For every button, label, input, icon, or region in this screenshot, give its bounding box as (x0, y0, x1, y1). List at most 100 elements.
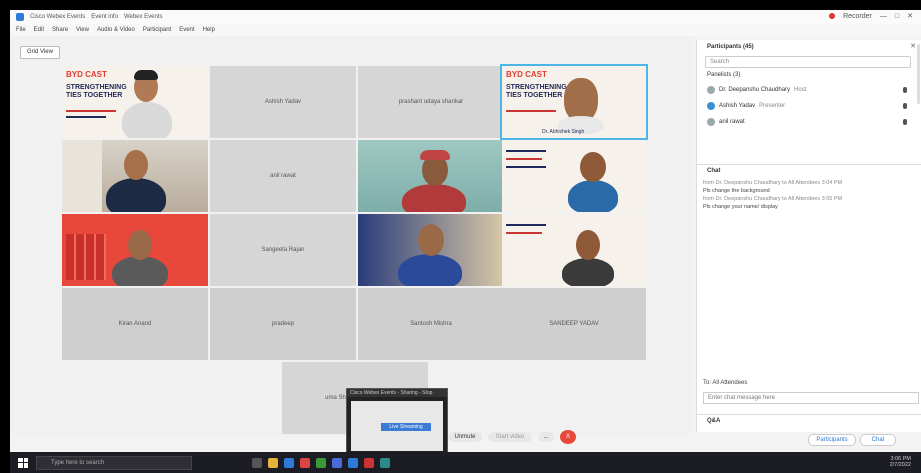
recorder-label[interactable]: Recorder (843, 13, 872, 20)
poster-line (506, 158, 542, 160)
person-body (112, 256, 168, 286)
person-body (568, 180, 618, 212)
participant-name: SANDEEP YADAV (549, 321, 599, 327)
video-tile-kiran[interactable]: Kiran Anand (62, 288, 208, 360)
chrome-icon[interactable] (332, 457, 342, 468)
video-tile-presenter[interactable]: BYD CAST STRENGTHENING TIES TOGETHER (62, 66, 208, 138)
person-head (576, 230, 600, 260)
poster-line (66, 110, 116, 112)
poster-line (506, 224, 546, 226)
start-video-button[interactable]: Start video (488, 432, 532, 442)
app-icon[interactable] (316, 457, 326, 468)
poster-line (66, 116, 106, 118)
menu-audio-video[interactable]: Audio & Video (97, 27, 135, 33)
chat-to-value: All Attendees (712, 380, 748, 386)
video-tile-prashant[interactable]: prashant udaya shankar (358, 66, 504, 138)
video-tile-sangeeta[interactable]: Sangeeta Rajan (210, 214, 356, 286)
person-body (402, 184, 466, 212)
panelists-header[interactable]: Panelists (3) (707, 72, 740, 78)
participants-search-input[interactable]: Search (705, 56, 911, 68)
video-tile-pradeep[interactable]: pradeep (210, 288, 356, 360)
poster-caption: Dr. Abhishek Singh (542, 129, 585, 135)
participant-row-name: anil rawat (719, 119, 745, 125)
video-tile-sandeep[interactable]: SANDEEP YADAV (502, 288, 646, 360)
chat-message-text: Pls change your name/ display (703, 204, 778, 210)
participants-scrollbar[interactable] (917, 44, 920, 104)
windows-taskbar: Type here to search 3:06 PM 2/7/2022 (10, 452, 921, 473)
taskbar-search-input[interactable]: Type here to search (36, 455, 192, 470)
participant-name: anil rawat (270, 173, 296, 179)
video-tile-participant-4[interactable] (502, 140, 646, 212)
microphone-icon[interactable] (903, 119, 907, 125)
task-view-icon[interactable] (252, 457, 262, 468)
end-meeting-button[interactable]: X (560, 430, 576, 444)
person-hair (134, 70, 158, 80)
participant-row-role: Host (794, 87, 807, 93)
layout-button[interactable]: Grid View (20, 46, 60, 59)
record-icon (829, 13, 836, 19)
close-panel-icon[interactable]: ✕ (910, 42, 916, 50)
more-options-button[interactable]: ... (538, 432, 554, 442)
video-tile-participant-7[interactable] (502, 214, 646, 286)
video-tile-participant-5[interactable] (62, 214, 208, 286)
maximize-icon[interactable]: □ (895, 13, 899, 20)
menu-view[interactable]: View (76, 27, 89, 33)
participant-row[interactable]: Ashish Yadav Presenter (707, 100, 907, 112)
sharing-preview-window[interactable]: Cisco Webex Events - Sharing - Stop Live… (346, 388, 448, 456)
participant-name: prashant udaya shankar (398, 99, 464, 105)
person-body (398, 254, 462, 286)
participant-row-name: Ashish Yadav (719, 103, 756, 109)
video-tile-anil[interactable]: anil rawat (210, 140, 356, 212)
video-tile-participant-2[interactable] (62, 140, 208, 212)
divider (697, 164, 921, 165)
system-tray[interactable]: 3:06 PM 2/7/2022 (890, 456, 911, 468)
participant-name: Sangeeta Rajan (261, 247, 305, 253)
participant-name: Santosh Mishra (410, 321, 452, 327)
title-tab-event-info[interactable]: Event info (91, 14, 118, 20)
menu-event[interactable]: Event (179, 27, 194, 33)
sharing-popup-title: Cisco Webex Events - Sharing - Stop (347, 389, 447, 397)
file-explorer-icon[interactable] (268, 457, 278, 468)
video-tile-participant-3[interactable] (358, 140, 504, 212)
participant-row[interactable]: Dr. Deepanshu Chaudhary Host (707, 84, 907, 96)
participant-row-name: Dr. Deepanshu Chaudhary (719, 87, 791, 93)
video-tile-santosh[interactable]: Santosh Mishra (358, 288, 504, 360)
poster-line (506, 150, 546, 152)
menu-share[interactable]: Share (52, 27, 68, 33)
title-tab-events[interactable]: Webex Events (124, 14, 163, 20)
windows-start-icon[interactable] (18, 457, 28, 468)
person-body (106, 178, 166, 212)
clock-date: 2/7/2022 (889, 462, 911, 468)
qa-title[interactable]: Q&A (707, 418, 720, 424)
app-icon[interactable] (380, 457, 390, 468)
app-icon[interactable] (364, 457, 374, 468)
participant-row[interactable]: anil rawat (707, 116, 907, 128)
app-icon[interactable] (300, 457, 310, 468)
video-tile-active-speaker[interactable]: BYD CAST STRENGTHENING TIES TOGETHER Dr.… (500, 64, 648, 140)
menu-bar: File Edit Share View Audio & Video Parti… (10, 24, 921, 36)
unmute-button[interactable]: Unmute (448, 432, 482, 442)
chat-to-select[interactable]: To: All Attendees (703, 380, 747, 386)
chat-input[interactable]: Enter chat message here (703, 392, 919, 404)
video-tile-ashish[interactable]: Ashish Yadav (210, 66, 356, 138)
title-tab-main[interactable]: Cisco Webex Events (30, 14, 85, 20)
microphone-icon[interactable] (903, 103, 907, 109)
video-tile-participant-6[interactable] (358, 214, 504, 286)
avatar (707, 118, 715, 126)
minimize-icon[interactable]: — (880, 13, 887, 20)
participant-name: Kiran Anand (118, 321, 152, 327)
participants-title: Participants (45) (707, 44, 754, 50)
menu-participant[interactable]: Participant (143, 27, 171, 33)
participant-name: Ashish Yadav (264, 99, 302, 105)
sharing-preview: Live Streaming (351, 401, 443, 451)
chat-panel-button[interactable]: Chat (860, 434, 896, 446)
menu-help[interactable]: Help (203, 27, 215, 33)
edge-browser-icon[interactable] (284, 457, 294, 468)
person-cap (420, 150, 450, 160)
menu-file[interactable]: File (16, 27, 26, 33)
microphone-icon[interactable] (903, 87, 907, 93)
menu-edit[interactable]: Edit (34, 27, 44, 33)
participants-panel-button[interactable]: Participants (808, 434, 856, 446)
webex-taskbar-icon[interactable] (348, 457, 358, 468)
close-icon[interactable]: ✕ (907, 12, 913, 20)
